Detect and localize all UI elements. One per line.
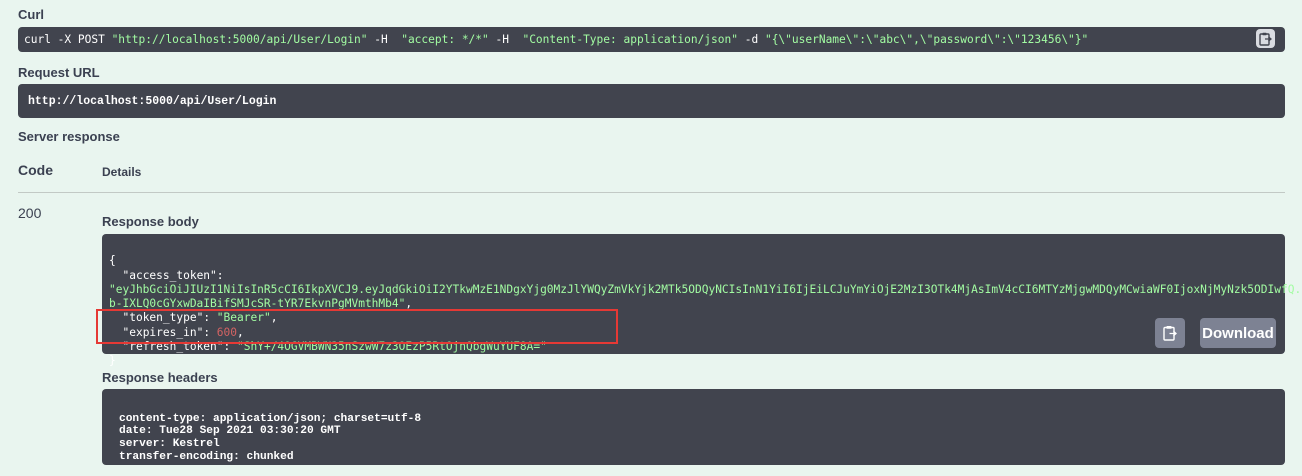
header-server: server: Kestrel [119, 438, 220, 451]
download-button[interactable]: Download [1200, 318, 1276, 348]
response-headers-title: Response headers [102, 370, 218, 385]
curl-command-box: curl -X POST "http://localhost:5000/api/… [18, 27, 1285, 52]
response-headers-box: content-type: application/json; charset=… [102, 389, 1285, 465]
json-access-token-key-line: "access_token": [122, 268, 224, 282]
header-transfer-encoding: transfer-encoding: chunked [119, 450, 294, 463]
curl-header-accept: "accept: */*" [401, 33, 489, 46]
request-url-box: http://localhost:5000/api/User/Login [18, 84, 1285, 118]
server-response-title: Server response [18, 129, 120, 144]
json-access-token-key: "access_token" [122, 268, 217, 282]
clipboard-icon [1259, 32, 1272, 46]
curl-title: Curl [18, 7, 44, 22]
json-open-brace: { [109, 254, 116, 268]
header-divider [18, 192, 1285, 193]
response-copy-button[interactable] [1155, 318, 1185, 348]
json-close-brace: } [109, 354, 116, 368]
request-url-value: http://localhost:5000/api/User/Login [28, 95, 277, 108]
response-body-title: Response body [102, 214, 199, 229]
curl-prefix: curl -X POST [24, 33, 112, 46]
curl-url: "http://localhost:5000/api/User/Login" [111, 33, 368, 46]
curl-header-content-type: "Content-Type: application/json" [522, 33, 738, 46]
response-code: 200 [18, 205, 42, 221]
request-url-title: Request URL [18, 65, 100, 80]
column-header-details: Details [102, 165, 142, 179]
curl-copy-button[interactable] [1256, 29, 1275, 48]
curl-body: "{\"userName\":\"abc\",\"password\":\"12… [764, 33, 1089, 46]
clipboard-icon [1163, 326, 1177, 341]
curl-flag-d: -d [738, 33, 765, 46]
header-content-type: content-type: application/json; charset=… [119, 412, 422, 425]
header-date: date: Tue28 Sep 2021 03:30:20 GMT [119, 425, 341, 438]
column-header-code: Code [18, 162, 53, 178]
curl-flag-h1: -H [367, 33, 402, 46]
highlight-box [96, 309, 618, 344]
curl-flag-h2: -H [488, 33, 523, 46]
json-access-token-value-line1: "eyJhbGciOiJIUzI1NiIsInR5cCI6IkpXVCJ9.ey… [109, 282, 1302, 296]
